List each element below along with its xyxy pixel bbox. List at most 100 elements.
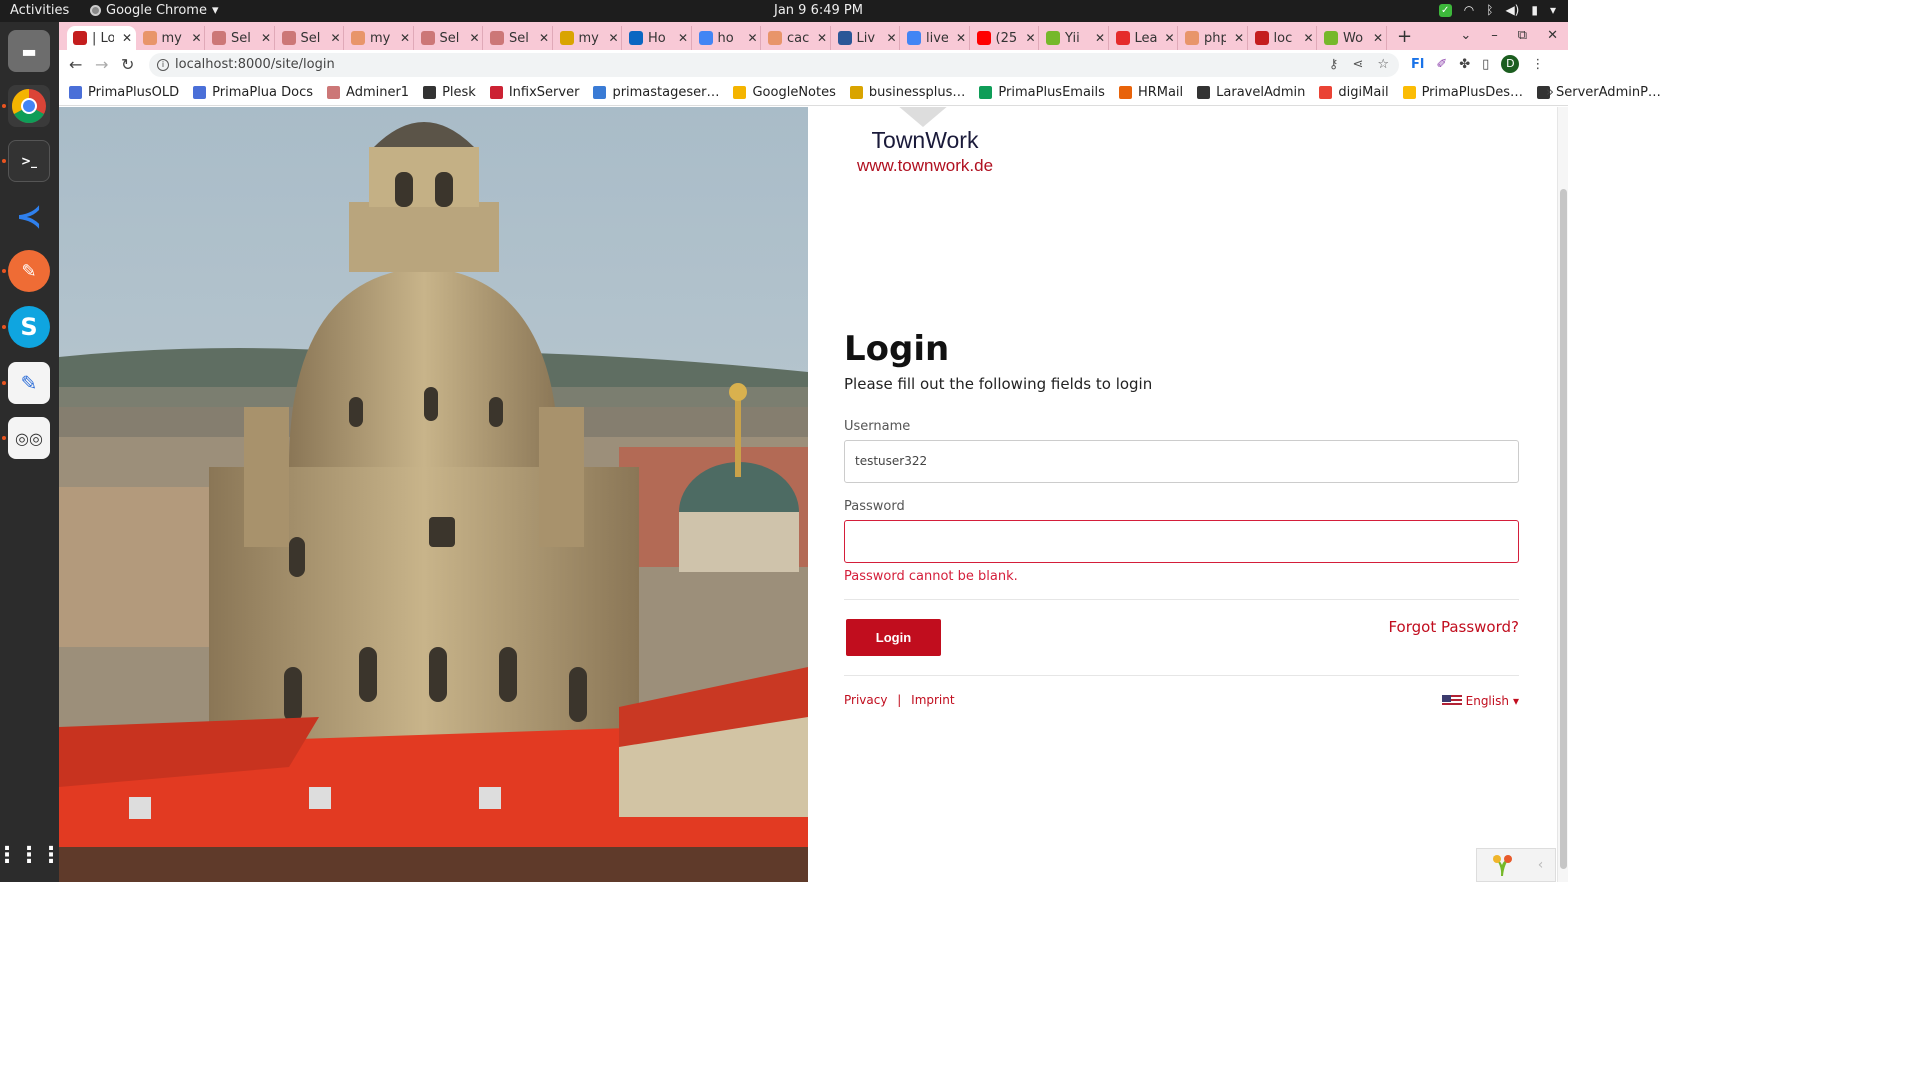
username-field[interactable]: testuser322 [844,440,1519,483]
tab-close-icon[interactable]: ✕ [609,31,619,45]
forward-icon[interactable]: → [95,55,108,74]
tab-close-icon[interactable]: ✕ [1304,31,1314,45]
minimize-icon[interactable]: – [1491,28,1498,43]
browser-tab[interactable]: Lea ✕ [1110,26,1178,50]
puzzle-icon[interactable]: ✤ [1459,57,1470,72]
scrollbar-thumb[interactable] [1560,189,1567,869]
browser-tab[interactable]: Sel ✕ [484,26,553,50]
files-icon[interactable]: ▬ [8,30,50,72]
browser-tab[interactable]: loc ✕ [1249,26,1317,50]
tab-close-icon[interactable]: ✕ [678,31,688,45]
tab-search-icon[interactable]: ⌄ [1460,28,1471,43]
terminal-icon[interactable]: >_ [8,140,50,182]
password-field[interactable] [844,520,1519,563]
text-editor-icon[interactable]: ✎ [8,362,50,404]
browser-tab[interactable]: Sel ✕ [206,26,275,50]
extension-fl-icon[interactable]: Fl [1411,57,1424,72]
tab-close-icon[interactable]: ✕ [400,31,410,45]
chevron-double-right-icon[interactable]: » [1546,85,1554,100]
tab-close-icon[interactable]: ✕ [1234,31,1244,45]
bookmark-item[interactable]: PrimaPlusDes… [1402,85,1523,100]
forgot-password-link[interactable]: Forgot Password? [1388,618,1519,636]
tab-close-icon[interactable]: ✕ [817,31,827,45]
browser-tab[interactable]: (25 ✕ [971,26,1039,50]
bookmark-item[interactable]: Adminer1 [327,85,409,100]
bookmark-item[interactable]: PrimaPlusOLD [69,85,179,100]
bookmark-item[interactable]: Plesk [423,85,476,100]
reload-icon[interactable]: ↻ [121,55,134,74]
browser-tab[interactable]: ho ✕ [693,26,761,50]
key-icon[interactable]: ⚷ [1329,53,1339,77]
tab-close-icon[interactable]: ✕ [539,31,549,45]
browser-tab[interactable]: live ✕ [901,26,970,50]
browser-tab[interactable]: cac ✕ [762,26,831,50]
document-viewer-icon[interactable]: ◎◎ [8,417,50,459]
browser-tab[interactable]: my ✕ [554,26,622,50]
brand-logo[interactable]: TownWork www.townwork.de [855,107,995,176]
show-apps-icon[interactable]: ⋮⋮⋮ [0,834,62,876]
bookmark-favicon-icon [733,86,747,99]
app-menu[interactable]: Google Chrome ▾ [90,3,219,18]
tab-close-icon[interactable]: ✕ [261,31,271,45]
tab-close-icon[interactable]: ✕ [470,31,480,45]
bookmark-item[interactable]: digiMail [1319,85,1389,100]
side-panel-icon[interactable]: ▯ [1482,57,1489,72]
browser-tab[interactable]: my ✕ [345,26,414,50]
tab-close-icon[interactable]: ✕ [331,31,341,45]
menu-kebab-icon[interactable]: ⋮ [1531,57,1544,72]
restore-icon[interactable]: ⧉ [1518,28,1527,43]
tab-close-icon[interactable]: ✕ [887,31,897,45]
vscode-icon[interactable]: ≺ [8,195,50,237]
share-icon[interactable]: ⋖ [1352,53,1363,77]
browser-tab[interactable]: Sel ✕ [276,26,344,50]
site-info-icon[interactable]: i [157,59,169,71]
extension-pen-icon[interactable]: ✐ [1436,57,1447,72]
browser-tab[interactable]: Liv ✕ [832,26,900,50]
new-tab-button[interactable]: + [1397,26,1412,47]
privacy-link[interactable]: Privacy [844,693,887,707]
bookmark-item[interactable]: businessplus… [849,85,965,100]
browser-tab[interactable]: | Lo ✕ [67,26,136,50]
browser-tab[interactable]: Sel ✕ [415,26,483,50]
browser-tab[interactable]: Yii ✕ [1040,26,1109,50]
postman-icon[interactable]: ✎ [8,250,50,292]
browser-tab[interactable]: Wo ✕ [1318,26,1387,50]
bookmark-item[interactable]: HRMail [1118,85,1183,100]
browser-tab[interactable]: Ho ✕ [623,26,692,50]
profile-avatar[interactable]: D [1501,55,1520,73]
login-button[interactable]: Login [846,619,941,656]
bookmark-item[interactable]: PrimaPlua Docs [193,85,313,100]
tab-favicon-icon [837,31,852,45]
clock[interactable]: Jan 9 6:49 PM [774,3,863,18]
tab-close-icon[interactable]: ✕ [1095,31,1105,45]
language-selector[interactable]: English ▾ [1441,694,1519,708]
tab-close-icon[interactable]: ✕ [192,31,202,45]
yii-debug-toolbar-toggle[interactable]: ‹ [1476,848,1556,882]
browser-tab[interactable]: my ✕ [137,26,205,50]
tab-close-icon[interactable]: ✕ [122,31,132,45]
close-window-icon[interactable]: ✕ [1547,28,1558,43]
tab-close-icon[interactable]: ✕ [1373,31,1383,45]
bookmark-item[interactable]: PrimaPlusEmails [979,85,1105,100]
bookmark-item[interactable]: primastageser… [593,85,719,100]
bookmark-item[interactable]: LaravelAdmin [1197,85,1305,100]
skype-icon[interactable]: S [8,306,50,348]
tab-close-icon[interactable]: ✕ [956,31,966,45]
bookmark-item[interactable]: GoogleNotes [733,85,836,100]
address-bar[interactable]: i localhost:8000/site/login ⚷ ⋖ ☆ [149,53,1399,77]
tab-close-icon[interactable]: ✕ [1165,31,1175,45]
yii-logo-icon [1492,855,1512,876]
back-icon[interactable]: ← [69,55,82,74]
page-scrollbar[interactable] [1557,107,1568,882]
star-icon[interactable]: ☆ [1377,53,1389,77]
bookmark-item[interactable]: ServerAdminP… [1537,85,1661,100]
system-tray[interactable]: ✓ ◠ ᛒ ◀) ▮ ▾ [1438,3,1556,17]
tab-close-icon[interactable]: ✕ [748,31,758,45]
chrome-icon[interactable] [8,85,50,127]
check-icon[interactable]: ✓ [1438,3,1452,17]
activities-button[interactable]: Activities [10,3,69,18]
tab-close-icon[interactable]: ✕ [1026,31,1036,45]
imprint-link[interactable]: Imprint [911,693,954,707]
browser-tab[interactable]: php ✕ [1179,26,1248,50]
bookmark-item[interactable]: InfixServer [489,85,579,100]
